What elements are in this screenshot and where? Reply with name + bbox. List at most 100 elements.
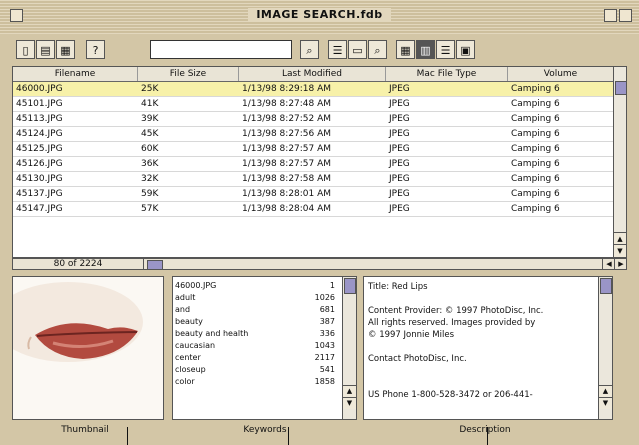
description-scroll-down-icon[interactable]: ▼	[599, 397, 612, 409]
description-scroll-up-icon[interactable]: ▲	[599, 385, 612, 397]
keyword-text: caucasian	[175, 341, 216, 350]
description-text[interactable]: Title: Red Lips Content Provider: © 1997…	[368, 281, 592, 401]
callout-line-description	[487, 427, 488, 445]
icon-view-icon[interactable]: ▦	[396, 40, 415, 59]
window-icon[interactable]: ▭	[348, 40, 367, 59]
table-row[interactable]: 45113.JPG 39K 1/13/98 8:27:52 AM JPEG Campin…	[13, 112, 614, 127]
cell-filename: 45124.JPG	[16, 129, 63, 139]
keyword-row[interactable]: adult 1026	[175, 292, 335, 303]
keyword-row[interactable]: color 1858	[175, 376, 335, 387]
keyword-row[interactable]: closeup 541	[175, 364, 335, 375]
keyword-text: color	[175, 377, 195, 386]
description-title: Title: Red Lips	[368, 282, 428, 292]
description-provider-1: Content Provider: © 1997 PhotoDisc, Inc.	[368, 306, 544, 316]
open-folder-icon[interactable]: ▤	[36, 40, 55, 59]
find-icon[interactable]: ⌕	[300, 40, 319, 59]
cell-last-modified: 1/13/98 8:27:57 AM	[242, 159, 332, 169]
help-icon[interactable]: ?	[86, 40, 105, 59]
table-row[interactable]: 45137.JPG 59K 1/13/98 8:28:01 AM JPEG Campin…	[13, 187, 614, 202]
table-header: Filename File Size Last Modified Mac Fil…	[13, 67, 614, 82]
cell-last-modified: 1/13/98 8:27:48 AM	[242, 99, 332, 109]
file-table: Filename File Size Last Modified Mac Fil…	[12, 66, 615, 258]
cell-file-size: 59K	[141, 189, 159, 199]
cell-last-modified: 1/13/98 8:29:18 AM	[242, 84, 332, 94]
column-header-last-modified[interactable]: Last Modified	[239, 67, 386, 81]
list-options-icon[interactable]: ☰	[328, 40, 347, 59]
keyword-row[interactable]: and 681	[175, 304, 335, 315]
keyword-count: 541	[319, 365, 335, 374]
cell-mac-file-type: JPEG	[389, 114, 410, 124]
cell-last-modified: 1/13/98 8:28:01 AM	[242, 189, 332, 199]
scroll-down-arrow-icon[interactable]: ▼	[614, 244, 626, 257]
cell-file-size: 25K	[141, 84, 159, 94]
search-input[interactable]	[150, 40, 292, 59]
new-file-icon[interactable]: ▯	[16, 40, 35, 59]
keyword-text: adult	[175, 293, 196, 302]
keywords-scroll-thumb[interactable]	[344, 278, 356, 294]
app-window: IMAGE SEARCH.fdb ▯ ▤ ▦ ? ⌕ ☰ ▭ ⌕ ▦ ▥ ☰ ▣…	[0, 0, 639, 445]
description-pane: Title: Red Lips Content Provider: © 1997…	[363, 276, 613, 420]
cell-volume: Camping 6	[511, 204, 560, 214]
cell-volume: Camping 6	[511, 144, 560, 154]
description-label: Description	[459, 425, 511, 435]
cell-volume: Camping 6	[511, 174, 560, 184]
title-bar[interactable]: IMAGE SEARCH.fdb	[0, 0, 639, 35]
keyword-row[interactable]: caucasian 1043	[175, 340, 335, 351]
table-vertical-scrollbar[interactable]: ▲ ▼	[613, 66, 627, 258]
zoom-icon[interactable]: ⌕	[368, 40, 387, 59]
window-title: IMAGE SEARCH.fdb	[248, 8, 391, 21]
keyword-count: 1043	[314, 341, 335, 350]
table-row[interactable]: 45101.JPG 41K 1/13/98 8:27:48 AM JPEG Campin…	[13, 97, 614, 112]
list-view-icon[interactable]: ☰	[436, 40, 455, 59]
column-header-filename[interactable]: Filename	[13, 67, 138, 81]
keyword-row[interactable]: center 2117	[175, 352, 335, 363]
keywords-scroll-down-icon[interactable]: ▼	[343, 397, 356, 409]
cell-file-size: 60K	[141, 144, 159, 154]
description-provider-2: All rights reserved. Images provided by	[368, 318, 536, 328]
keywords-scroll-up-icon[interactable]: ▲	[343, 385, 356, 397]
table-row[interactable]: 46000.JPG 25K 1/13/98 8:29:18 AM JPEG Campin…	[13, 82, 614, 97]
keyword-row[interactable]: 46000.JPG 1	[175, 280, 335, 291]
column-header-mac-file-type[interactable]: Mac File Type	[386, 67, 508, 81]
table-row[interactable]: 45147.JPG 57K 1/13/98 8:28:04 AM JPEG Campin…	[13, 202, 614, 217]
keyword-count: 336	[319, 329, 335, 338]
cell-filename: 45125.JPG	[16, 144, 63, 154]
column-header-file-size[interactable]: File Size	[138, 67, 239, 81]
callout-line-keywords	[288, 427, 289, 445]
cell-filename: 45130.JPG	[16, 174, 63, 184]
scroll-right-arrow-icon[interactable]: ▶	[614, 259, 627, 269]
column-view-icon[interactable]: ▥	[416, 40, 435, 59]
description-scroll-thumb[interactable]	[600, 278, 612, 294]
print-icon[interactable]: ▦	[56, 40, 75, 59]
cell-mac-file-type: JPEG	[389, 84, 410, 94]
cell-last-modified: 1/13/98 8:27:57 AM	[242, 144, 332, 154]
keywords-scrollbar[interactable]: ▲ ▼	[342, 277, 356, 419]
cell-mac-file-type: JPEG	[389, 204, 410, 214]
cell-filename: 45126.JPG	[16, 159, 63, 169]
description-scrollbar[interactable]: ▲ ▼	[598, 277, 612, 419]
split-view-icon[interactable]: ▣	[456, 40, 475, 59]
cell-filename: 45113.JPG	[16, 114, 63, 124]
cell-volume: Camping 6	[511, 99, 560, 109]
zoom-box[interactable]	[604, 9, 617, 22]
keyword-row[interactable]: beauty 387	[175, 316, 335, 327]
collapse-box[interactable]	[619, 9, 632, 22]
description-contact: Contact PhotoDisc, Inc.	[368, 354, 467, 364]
keyword-row[interactable]: beauty and health 336	[175, 328, 335, 339]
cell-last-modified: 1/13/98 8:27:56 AM	[242, 129, 332, 139]
horizontal-scroll-thumb[interactable]	[147, 260, 163, 270]
keyword-text: 46000.JPG	[175, 281, 217, 290]
table-row[interactable]: 45124.JPG 45K 1/13/98 8:27:56 AM JPEG Campin…	[13, 127, 614, 142]
toolbar: ▯ ▤ ▦ ? ⌕ ☰ ▭ ⌕ ▦ ▥ ☰ ▣	[0, 34, 639, 66]
cell-filename: 45147.JPG	[16, 204, 63, 214]
scroll-thumb[interactable]	[615, 81, 627, 95]
column-header-volume[interactable]: Volume	[508, 67, 614, 81]
callout-line-thumbnail	[127, 427, 128, 445]
cell-file-size: 45K	[141, 129, 159, 139]
table-row[interactable]: 45126.JPG 36K 1/13/98 8:27:57 AM JPEG Campin…	[13, 157, 614, 172]
cell-mac-file-type: JPEG	[389, 99, 410, 109]
cell-mac-file-type: JPEG	[389, 174, 410, 184]
table-row[interactable]: 45130.JPG 32K 1/13/98 8:27:58 AM JPEG Campin…	[13, 172, 614, 187]
keyword-count: 1026	[314, 293, 335, 302]
table-row[interactable]: 45125.JPG 60K 1/13/98 8:27:57 AM JPEG Campin…	[13, 142, 614, 157]
